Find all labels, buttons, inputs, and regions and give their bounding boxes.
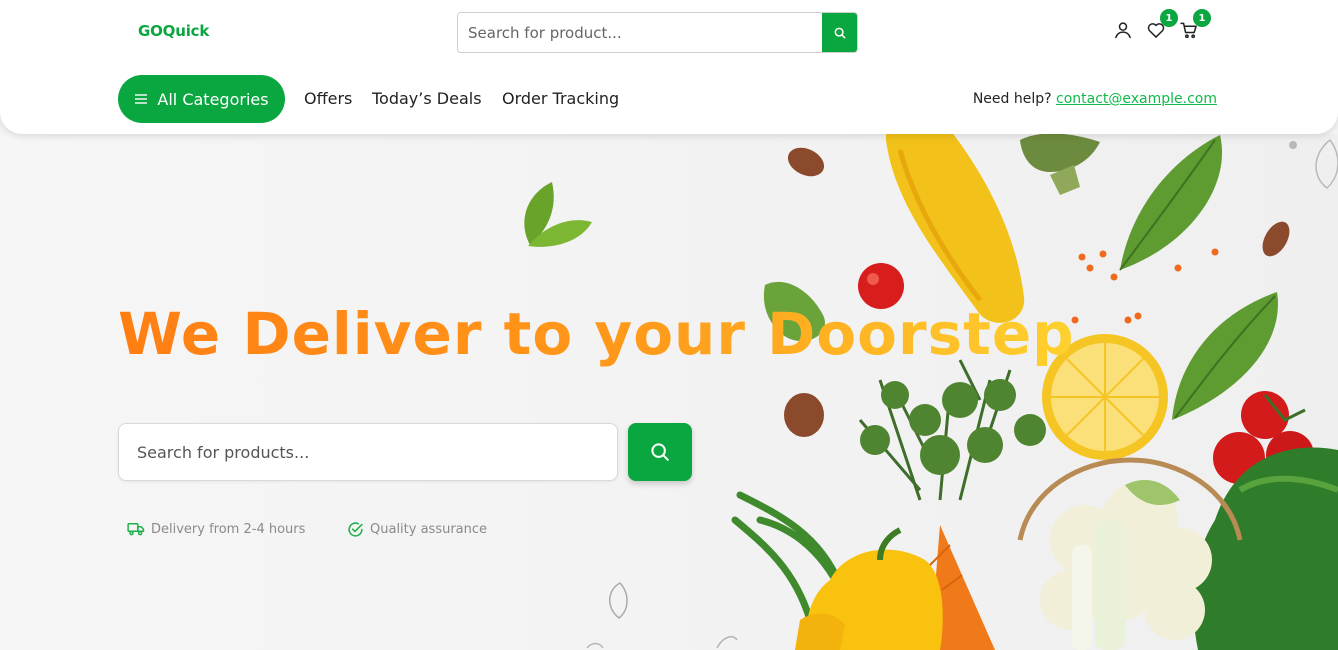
all-categories-label: All Categories — [157, 89, 269, 109]
hero-headline: We Deliver to your Doorstep — [118, 300, 1075, 368]
feature-delivery-label: Delivery from 2-4 hours — [151, 521, 306, 537]
header-search-button[interactable] — [822, 13, 857, 52]
feature-quality: Quality assurance — [347, 521, 487, 538]
header-search-input[interactable] — [459, 14, 822, 51]
feature-quality-label: Quality assurance — [370, 522, 488, 537]
all-categories-button[interactable]: All Categories — [118, 75, 285, 123]
hero-search-input[interactable] — [119, 424, 617, 480]
header-search-bar — [457, 12, 858, 53]
help-text: Need help? — [972, 91, 1052, 107]
cart-count-badge: 1 — [1193, 9, 1211, 27]
user-icon — [1115, 22, 1131, 39]
feature-delivery: Delivery from 2-4 hours — [127, 521, 305, 537]
check-circle-icon — [348, 522, 363, 537]
brand-logo[interactable]: GOQuick — [138, 22, 209, 40]
wishlist-count-badge: 1 — [1160, 9, 1178, 27]
hero-search-bar — [118, 423, 618, 481]
site-header: GOQuick 1 1 All Categories Offers Today’… — [0, 0, 1338, 134]
nav-link-offers[interactable]: Offers — [304, 89, 352, 108]
nav-link-todays-deals[interactable]: Today’s Deals — [372, 89, 482, 108]
cart-button[interactable]: 1 — [1177, 9, 1211, 42]
help-email-link[interactable]: contact@example.com — [1056, 91, 1217, 107]
account-button[interactable] — [1111, 18, 1135, 42]
search-icon — [834, 27, 845, 38]
hero-produce-illustration — [524, 134, 1338, 650]
menu-icon — [135, 94, 148, 104]
nav-link-order-tracking[interactable]: Order Tracking — [502, 89, 619, 108]
truck-icon — [127, 523, 145, 536]
hero-banner: We Deliver to your Doorstep Delivery fro… — [0, 134, 1338, 650]
search-icon — [651, 443, 669, 461]
hero-search-button[interactable] — [628, 423, 692, 481]
help-contact: Need help? contact@example.com — [973, 91, 1217, 107]
wishlist-button[interactable]: 1 — [1144, 9, 1178, 42]
